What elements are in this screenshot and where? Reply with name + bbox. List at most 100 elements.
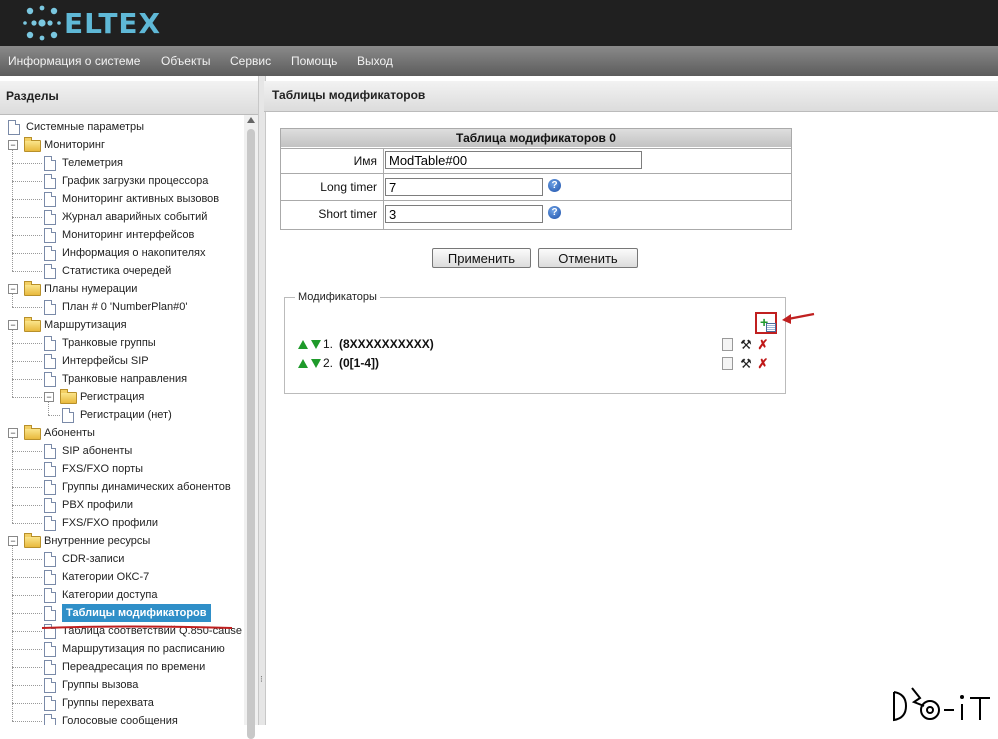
apply-button[interactable]: Применить: [432, 248, 531, 268]
long-timer-input[interactable]: [385, 178, 543, 196]
tree-folder[interactable]: − Регистрация: [0, 388, 244, 406]
tree-item[interactable]: Голосовые сообщения: [0, 712, 244, 725]
delete-icon[interactable]: ✗: [756, 356, 770, 371]
short-timer-help-icon[interactable]: ?: [548, 206, 561, 219]
page-icon: [44, 660, 56, 675]
move-down-arrow-icon[interactable]: [311, 340, 321, 349]
tree-folder[interactable]: − Внутренние ресурсы: [0, 532, 244, 550]
tree-item[interactable]: Переадресация по времени: [0, 658, 244, 676]
tree-folder[interactable]: − Планы нумерации: [0, 280, 244, 298]
tree-item[interactable]: CDR-записи: [0, 550, 244, 568]
page-icon: [44, 516, 56, 531]
content-header: Таблицы модификаторов: [264, 81, 998, 112]
splitter-grip-icon[interactable]: ⁝: [260, 674, 263, 685]
tree-item-label: Маршрутизация: [44, 319, 127, 331]
tree-guide-line: [12, 505, 42, 506]
page-icon: [44, 642, 56, 657]
collapse-toggle-icon[interactable]: −: [8, 284, 18, 294]
long-timer-help-icon[interactable]: ?: [548, 179, 561, 192]
logo-text: ELTEX: [64, 6, 162, 40]
move-up-arrow-icon[interactable]: [298, 340, 308, 349]
tree-item[interactable]: Группы перехвата: [0, 694, 244, 712]
tree-item[interactable]: PBX профили: [0, 496, 244, 514]
tree-item-label: Телеметрия: [62, 157, 123, 169]
tree-folder[interactable]: − Маршрутизация: [0, 316, 244, 334]
tree-item[interactable]: Мониторинг активных вызовов: [0, 190, 244, 208]
tree-item[interactable]: График загрузки процессора: [0, 172, 244, 190]
table-grid-icon: [766, 323, 776, 332]
move-up-arrow-icon[interactable]: [298, 359, 308, 368]
collapse-toggle-icon[interactable]: −: [8, 140, 18, 150]
tree-item[interactable]: Журнал аварийных событий: [0, 208, 244, 226]
scrollbar-thumb[interactable]: [247, 129, 255, 739]
tree-item[interactable]: Группы вызова: [0, 676, 244, 694]
collapse-toggle-icon[interactable]: −: [44, 392, 54, 402]
tree-item[interactable]: Статистика очередей: [0, 262, 244, 280]
modifier-pattern[interactable]: (0[1-4]): [339, 356, 379, 370]
scroll-up-arrow-icon[interactable]: [247, 117, 255, 123]
menu-help[interactable]: Помощь: [291, 46, 337, 76]
tree-item[interactable]: План # 0 'NumberPlan#0': [0, 298, 244, 316]
row-divider: [383, 174, 384, 200]
tree-guide-line: [12, 181, 42, 182]
tree-item[interactable]: Интерфейсы SIP: [0, 352, 244, 370]
sidebar-scrollbar[interactable]: [244, 115, 258, 739]
tree-guide-line: [12, 631, 42, 632]
edit-tools-icon[interactable]: ⚒: [739, 337, 753, 352]
tree-item[interactable]: FXS/FXO профили: [0, 514, 244, 532]
collapse-toggle-icon[interactable]: −: [8, 428, 18, 438]
document-icon[interactable]: [722, 338, 733, 351]
annotation-underline: [41, 625, 233, 629]
delete-icon[interactable]: ✗: [756, 337, 770, 352]
tree-item-label: PBX профили: [62, 499, 134, 511]
tree-item-label: Мониторинг активных вызовов: [62, 193, 220, 205]
tree-item-label: Абоненты: [44, 427, 95, 439]
menu-exit[interactable]: Выход: [357, 46, 393, 76]
tree-guide-line: [12, 307, 42, 308]
modifier-pattern[interactable]: (8XXXXXXXXXX): [339, 337, 434, 351]
tree-item[interactable]: Транковые направления: [0, 370, 244, 388]
tree-guide-line: [12, 199, 42, 200]
menu-system-info[interactable]: Информация о системе: [8, 46, 140, 76]
tree-item[interactable]: Транковые группы: [0, 334, 244, 352]
add-modifier-button[interactable]: +: [755, 312, 777, 334]
collapse-toggle-icon[interactable]: −: [8, 320, 18, 330]
move-down-arrow-icon[interactable]: [311, 359, 321, 368]
tree-item[interactable]: Системные параметры: [0, 118, 244, 136]
page-icon: [44, 210, 56, 225]
tree-item[interactable]: FXS/FXO порты: [0, 460, 244, 478]
tree-item[interactable]: Таблицы модификаторов: [0, 604, 244, 622]
tree-folder[interactable]: − Мониторинг: [0, 136, 244, 154]
collapse-toggle-icon[interactable]: −: [8, 536, 18, 546]
name-row: Имя: [281, 148, 791, 173]
watermark-logo-icon: [893, 687, 990, 722]
page-icon: [44, 444, 56, 459]
folder-icon: [60, 389, 77, 404]
app-header: ELTEX: [0, 0, 998, 46]
tree-item[interactable]: Мониторинг интерфейсов: [0, 226, 244, 244]
tree-item[interactable]: Категории ОКС-7: [0, 568, 244, 586]
document-icon[interactable]: [722, 357, 733, 370]
tree-item[interactable]: Маршрутизация по расписанию: [0, 640, 244, 658]
page-icon: [44, 156, 56, 171]
short-timer-input[interactable]: [385, 205, 543, 223]
tree-item[interactable]: Категории доступа: [0, 586, 244, 604]
tree-item[interactable]: Регистрации (нет): [0, 406, 244, 424]
modifier-number: 2.: [323, 356, 334, 370]
tree-item[interactable]: Информация о накопителях: [0, 244, 244, 262]
tree-item[interactable]: Телеметрия: [0, 154, 244, 172]
tree-guide-line: [12, 649, 42, 650]
panel-splitter[interactable]: ⁝: [258, 76, 266, 725]
name-input[interactable]: [385, 151, 642, 169]
edit-tools-icon[interactable]: ⚒: [739, 356, 753, 371]
cancel-button[interactable]: Отменить: [538, 248, 638, 268]
tree-folder[interactable]: − Абоненты: [0, 424, 244, 442]
menu-objects[interactable]: Объекты: [161, 46, 211, 76]
tree-item-label: Транковые группы: [62, 337, 156, 349]
tree-item-label: Транковые направления: [62, 373, 188, 385]
menu-service[interactable]: Сервис: [230, 46, 271, 76]
tree-item[interactable]: SIP абоненты: [0, 442, 244, 460]
tree-guide-line: [12, 703, 42, 704]
tree-item[interactable]: Группы динамических абонентов: [0, 478, 244, 496]
tree-guide-line: [12, 217, 42, 218]
